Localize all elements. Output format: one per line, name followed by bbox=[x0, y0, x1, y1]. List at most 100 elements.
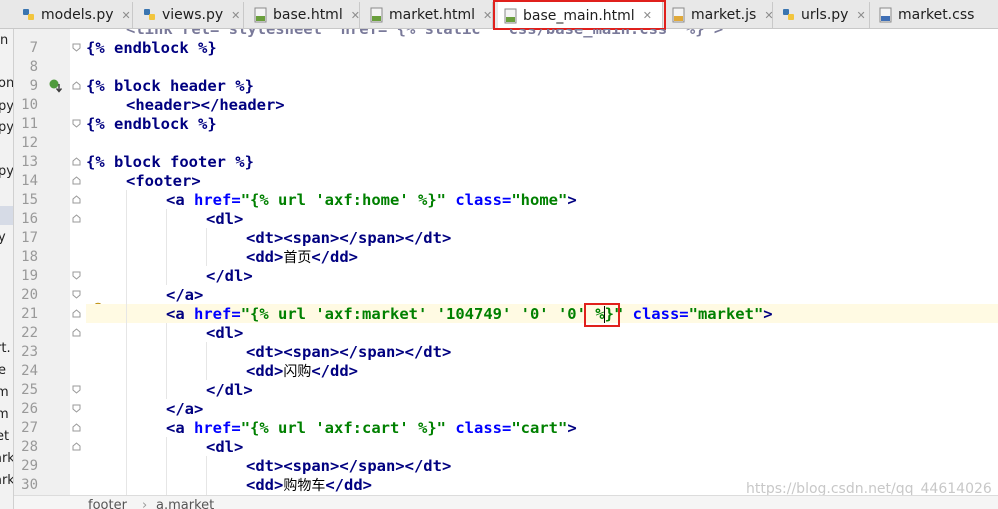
line-number: 18 bbox=[21, 249, 38, 265]
code-token: <a bbox=[166, 419, 185, 437]
close-icon[interactable]: ✕ bbox=[122, 9, 131, 22]
code-token: "{% url 'axf:cart' %}" bbox=[240, 419, 446, 437]
project-item[interactable]: ark bbox=[0, 473, 13, 488]
line-number: 23 bbox=[21, 344, 38, 360]
close-icon[interactable]: ✕ bbox=[764, 9, 773, 22]
project-item[interactable]: on bbox=[0, 76, 13, 91]
code-token: "{% url 'axf:home' %}" bbox=[240, 191, 446, 209]
code-line-22: <dl> bbox=[206, 324, 244, 342]
fold-end-marker-icon[interactable] bbox=[72, 43, 81, 52]
breadcrumb-separator: › bbox=[142, 498, 148, 509]
project-item[interactable]: n bbox=[0, 33, 8, 48]
fold-start-marker-icon[interactable] bbox=[72, 328, 81, 337]
code-token: href= bbox=[194, 305, 241, 323]
close-icon[interactable]: ✕ bbox=[483, 9, 492, 22]
project-item[interactable]: m bbox=[0, 385, 9, 400]
line-number: 17 bbox=[21, 230, 38, 246]
fold-start-marker-icon[interactable] bbox=[72, 442, 81, 451]
highlighted-arg: '0' bbox=[557, 305, 586, 323]
code-line-16: <dl> bbox=[206, 210, 244, 228]
code-line-19: </dl> bbox=[206, 267, 253, 285]
line-number: 15 bbox=[21, 192, 38, 208]
code-editor[interactable]: <link rel= stylesheet href= {% static cs… bbox=[86, 29, 998, 495]
indent-guide bbox=[206, 228, 207, 266]
indent-guide bbox=[166, 209, 167, 285]
tab-label: market.js bbox=[691, 7, 757, 23]
fold-start-marker-icon[interactable] bbox=[72, 195, 81, 204]
indent-guide bbox=[126, 190, 127, 495]
code-token: "home" bbox=[511, 191, 568, 209]
fold-end-marker-icon[interactable] bbox=[72, 290, 81, 299]
js-file-icon bbox=[672, 7, 686, 23]
code-line-18: <dd>首页</dd> bbox=[246, 248, 358, 267]
fold-start-marker-icon[interactable] bbox=[72, 176, 81, 185]
project-item[interactable]: y bbox=[0, 230, 6, 245]
code-token: "market" bbox=[688, 305, 764, 323]
python-file-icon bbox=[22, 7, 36, 23]
code-token: class= bbox=[455, 191, 512, 209]
line-number: 10 bbox=[21, 97, 38, 113]
line-number: 9 bbox=[29, 78, 38, 94]
tab-models-py[interactable]: models.py ✕ bbox=[16, 2, 133, 28]
code-line-21: <a href="{% url 'axf:market' '104749' '0… bbox=[166, 305, 773, 323]
tab-base-main-html[interactable]: base_main.html ✕ bbox=[498, 2, 663, 29]
project-item[interactable]: e bbox=[0, 363, 6, 378]
close-icon[interactable]: ✕ bbox=[643, 9, 652, 22]
tab-label: urls.py bbox=[801, 7, 849, 23]
code-line-15: <a href="{% url 'axf:home' %}" class="ho… bbox=[166, 191, 577, 209]
implements-marker-icon[interactable] bbox=[48, 78, 64, 94]
python-file-icon bbox=[143, 7, 157, 23]
line-number: 12 bbox=[21, 135, 38, 151]
fold-end-marker-icon[interactable] bbox=[72, 404, 81, 413]
tab-label: market.html bbox=[389, 7, 476, 23]
tab-urls-py[interactable]: urls.py ✕ bbox=[776, 2, 870, 28]
code-line-29: <dt><span></span></dt> bbox=[246, 457, 452, 475]
code-token: </dd> bbox=[325, 476, 372, 494]
code-line-14: <footer> bbox=[126, 172, 201, 190]
project-item[interactable]: et bbox=[0, 429, 9, 444]
fold-start-marker-icon[interactable] bbox=[72, 157, 81, 166]
line-number: 19 bbox=[21, 268, 38, 284]
project-item[interactable]: py bbox=[0, 99, 13, 114]
fold-end-marker-icon[interactable] bbox=[72, 385, 81, 394]
fold-end-marker-icon[interactable] bbox=[72, 119, 81, 128]
project-item[interactable]: rt. bbox=[0, 341, 11, 356]
fold-start-marker-icon[interactable] bbox=[72, 423, 81, 432]
fold-end-marker-icon[interactable] bbox=[72, 271, 81, 280]
tab-base-html[interactable]: base.html ✕ bbox=[248, 2, 360, 28]
fold-start-marker-icon[interactable] bbox=[72, 81, 81, 90]
project-item[interactable]: py bbox=[0, 120, 13, 135]
html-file-icon bbox=[254, 7, 268, 23]
breadcrumb: footer › a.market bbox=[14, 495, 998, 509]
tab-market-css[interactable]: market.css bbox=[873, 2, 998, 28]
code-token: 闪购 bbox=[283, 364, 312, 380]
line-number: 20 bbox=[21, 287, 38, 303]
project-item[interactable]: ark bbox=[0, 451, 13, 466]
tab-market-html[interactable]: market.html ✕ bbox=[364, 2, 493, 28]
close-icon[interactable]: ✕ bbox=[231, 9, 240, 22]
tab-label: base_main.html bbox=[523, 7, 635, 24]
fold-start-marker-icon[interactable] bbox=[72, 214, 81, 223]
css-file-icon bbox=[879, 7, 893, 23]
tab-views-py[interactable]: views.py ✕ bbox=[137, 2, 244, 28]
code-token: </dd> bbox=[311, 362, 358, 380]
code-line-7: {% endblock %} bbox=[86, 39, 217, 57]
line-number: 13 bbox=[21, 154, 38, 170]
project-item[interactable]: m bbox=[0, 407, 9, 422]
line-number: 22 bbox=[21, 325, 38, 341]
close-icon[interactable]: ✕ bbox=[351, 9, 360, 22]
editor-tab-bar: models.py ✕ views.py ✕ base.html ✕ marke… bbox=[0, 0, 998, 29]
close-icon[interactable]: ✕ bbox=[856, 9, 865, 22]
tab-market-js[interactable]: market.js ✕ bbox=[666, 2, 774, 28]
project-item[interactable]: py bbox=[0, 164, 13, 179]
breadcrumb-item-a-market[interactable]: a.market bbox=[156, 498, 214, 509]
fold-start-marker-icon[interactable] bbox=[72, 309, 81, 318]
code-line-30: <dd>购物车</dd> bbox=[246, 476, 372, 495]
line-number: 30 bbox=[21, 477, 38, 493]
breadcrumb-item-footer[interactable]: footer bbox=[88, 498, 127, 509]
tab-label: base.html bbox=[273, 7, 343, 23]
code-token: <dd> bbox=[246, 476, 284, 494]
project-panel-edge[interactable]: n on py py py y rt. e m m et ark ark bbox=[0, 29, 14, 509]
line-number: 21 bbox=[21, 306, 38, 322]
line-number: 11 bbox=[21, 116, 38, 132]
